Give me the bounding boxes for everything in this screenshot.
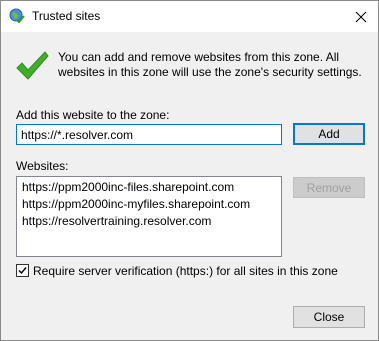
add-website-label: Add this website to the zone: xyxy=(16,108,170,122)
website-url-input[interactable] xyxy=(16,124,282,145)
title-bar: Trusted sites xyxy=(1,1,378,32)
green-checkmark-icon xyxy=(15,51,49,83)
list-item[interactable]: https://ppm2000inc-files.sharepoint.com xyxy=(17,179,281,196)
info-text: You can add and remove websites from thi… xyxy=(58,50,362,79)
server-verification-checkbox[interactable] xyxy=(16,264,29,277)
list-item[interactable]: https://resolvertraining.resolver.com xyxy=(17,213,281,230)
info-row: You can add and remove websites from thi… xyxy=(15,45,366,89)
server-verification-label: Require server verification (https:) for… xyxy=(33,264,338,278)
trusted-sites-dialog: Trusted sites You can add and remove web… xyxy=(0,0,379,341)
close-button[interactable]: Close xyxy=(293,306,365,328)
remove-button[interactable]: Remove xyxy=(293,177,365,198)
websites-list[interactable]: https://ppm2000inc-files.sharepoint.com … xyxy=(16,176,282,257)
add-button[interactable]: Add xyxy=(293,123,365,145)
list-item[interactable]: https://ppm2000inc-myfiles.sharepoint.co… xyxy=(17,196,281,213)
globe-check-icon xyxy=(9,8,25,24)
websites-label: Websites: xyxy=(16,159,69,173)
window-title: Trusted sites xyxy=(32,9,101,23)
close-icon[interactable] xyxy=(344,1,378,32)
